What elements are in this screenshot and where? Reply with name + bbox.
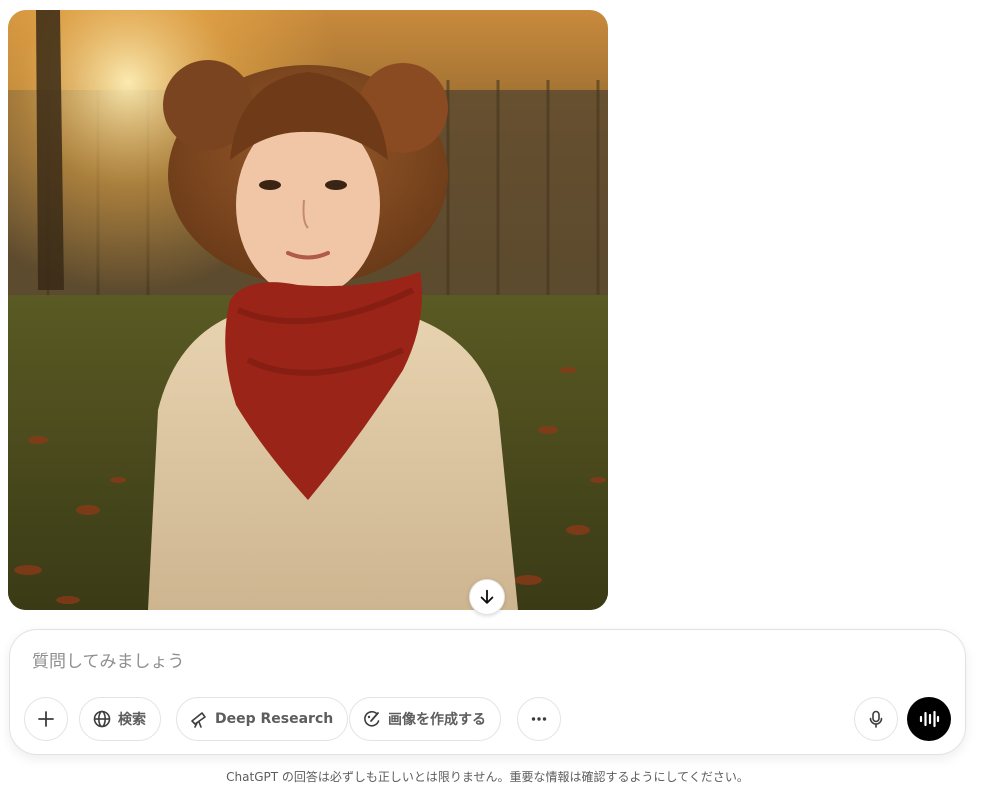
generated-image[interactable] xyxy=(8,10,608,610)
search-button-label: 検索 xyxy=(118,712,146,728)
image-brush-icon xyxy=(364,710,380,727)
deep-research-button-label: Deep Research xyxy=(215,711,334,727)
chat-page: 検索 Deep Research 画像を作成する xyxy=(0,0,985,787)
create-image-button[interactable]: 画像を作成する xyxy=(349,697,501,741)
microphone-icon xyxy=(869,710,883,728)
telescope-icon xyxy=(191,712,206,728)
globe-icon xyxy=(93,710,111,728)
voice-mode-icon xyxy=(919,710,940,728)
more-dots-icon xyxy=(531,717,547,721)
plus-icon xyxy=(38,711,54,727)
composer: 検索 Deep Research 画像を作成する xyxy=(9,629,966,755)
prompt-input[interactable] xyxy=(32,648,932,676)
scroll-to-bottom-button[interactable] xyxy=(469,579,505,615)
add-attachment-button[interactable] xyxy=(24,697,68,741)
arrow-down-icon xyxy=(480,589,494,604)
create-image-button-label: 画像を作成する xyxy=(388,712,486,728)
portrait-illustration xyxy=(8,10,608,610)
deep-research-button[interactable]: Deep Research xyxy=(176,697,349,741)
voice-mode-button[interactable] xyxy=(907,697,951,741)
disclaimer-text: ChatGPT の回答は必ずしも正しいとは限りません。重要な情報は確認するように… xyxy=(226,770,749,784)
search-button[interactable]: 検索 xyxy=(79,697,161,741)
dictate-button[interactable] xyxy=(854,697,898,741)
more-tools-button[interactable] xyxy=(517,697,561,741)
